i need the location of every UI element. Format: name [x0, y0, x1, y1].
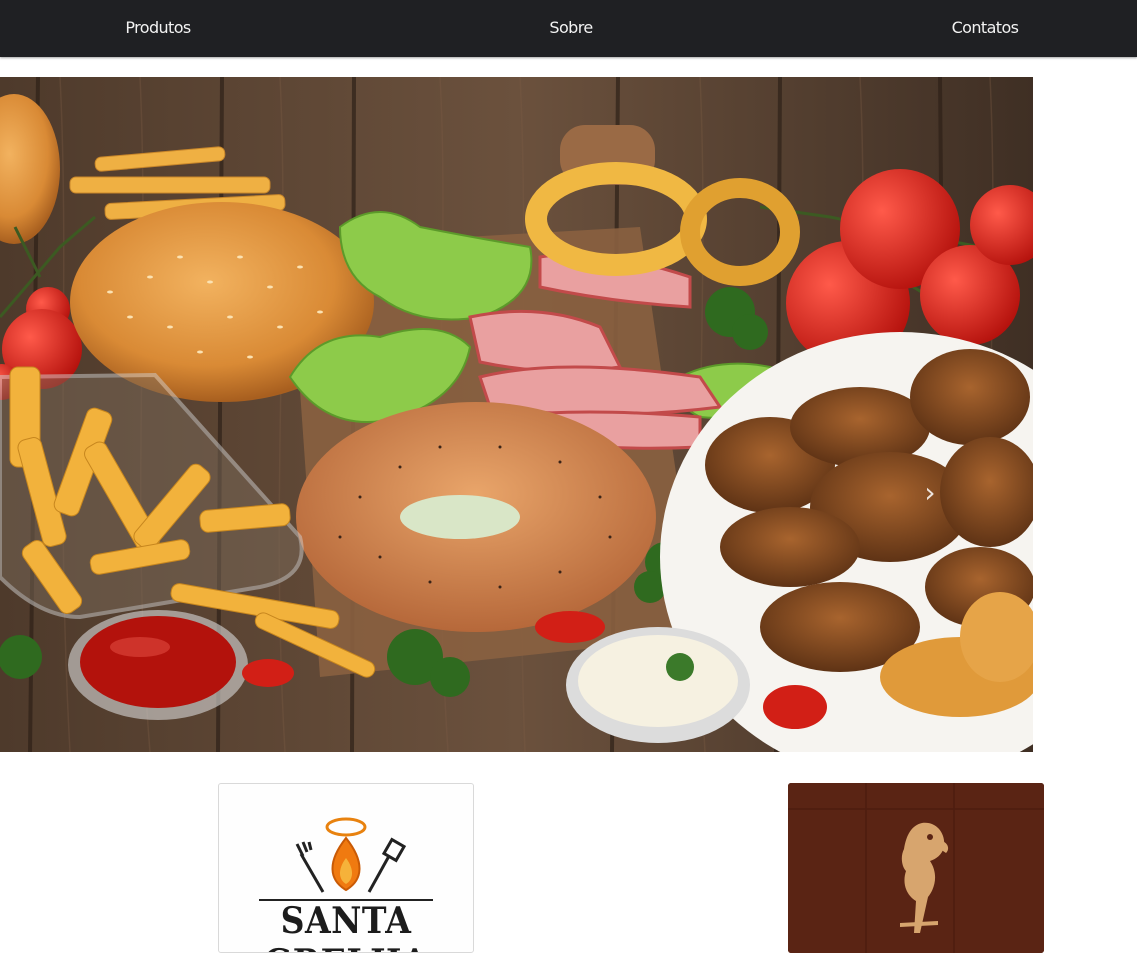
hero-food-image: [0, 77, 1033, 752]
top-navbar: Produtos Sobre Contatos: [0, 0, 1137, 57]
carousel-next-chevron-right-icon[interactable]: ›: [918, 475, 942, 515]
nav-link-produtos[interactable]: Produtos: [125, 0, 191, 57]
spatula-icon: [367, 837, 407, 893]
nav-link-contatos[interactable]: Contatos: [952, 0, 1019, 57]
santa-grelha-logo-card[interactable]: SANTA GRELHA: [218, 783, 474, 953]
fork-icon: [295, 841, 325, 893]
parrot-logo-card[interactable]: [788, 783, 1044, 953]
santa-grelha-brand-text: SANTA GRELHA: [264, 900, 428, 952]
parrot-logo-graphic: [788, 783, 1044, 953]
santa-grelha-logo-graphic: [259, 817, 433, 901]
nav-link-sobre[interactable]: Sobre: [549, 0, 593, 57]
hero-carousel: ›: [0, 77, 1033, 752]
halo-icon: [325, 817, 367, 837]
